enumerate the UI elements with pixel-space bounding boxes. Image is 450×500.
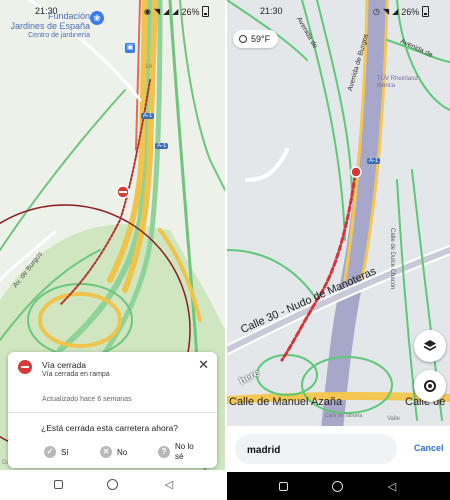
- road-closure-card: Vía cerrada Vía cerrada en rampa ✕ Actua…: [8, 352, 217, 468]
- closure-question: ¿Está cerrada esta carretera ahora?: [41, 423, 179, 433]
- card-divider: [8, 412, 217, 413]
- home-button-right[interactable]: [331, 480, 345, 494]
- check-icon: ✓: [44, 446, 56, 458]
- answer-no-button[interactable]: ✕ No: [100, 440, 127, 464]
- layers-button[interactable]: [414, 330, 446, 362]
- signal-icon: ◢: [392, 6, 399, 16]
- signal-icon: ◢: [163, 6, 170, 16]
- weather-chip[interactable]: 59°F: [233, 30, 279, 48]
- weather-temp: 59°F: [251, 34, 271, 44]
- left-map-screen: 21:30 ◉ ◥ ◢ ◢ 26% ❀ Fundación Jardines d…: [0, 0, 225, 500]
- alarm-icon: ◷: [373, 6, 380, 16]
- close-icon[interactable]: ✕: [198, 358, 209, 371]
- signal-icon-2: ◢: [172, 6, 179, 16]
- location-target-icon: [424, 380, 436, 392]
- status-icons: ◉ ◥ ◢ ◢ 26%: [144, 6, 210, 17]
- answer-unsure-button[interactable]: ? No lo sé: [158, 440, 197, 464]
- square-icon: [279, 482, 288, 491]
- poi-name[interactable]: Fundación Jardines de España: [10, 11, 90, 31]
- circle-icon: [332, 481, 343, 492]
- closure-updated: Actualizado hace 6 semanas: [42, 396, 132, 403]
- x-icon: ✕: [100, 446, 112, 458]
- wifi-icon: ◥: [382, 6, 390, 16]
- android-nav-bar-right: ◁: [227, 472, 450, 500]
- android-nav-bar: ◁: [0, 470, 225, 500]
- battery-percent-right: 26%: [401, 6, 420, 17]
- status-icons-right: ◷ ◥ ◢ 26%: [373, 6, 430, 17]
- battery-icon: [202, 6, 210, 17]
- sun-icon: [239, 35, 247, 43]
- bus-stop-icon[interactable]: ▣: [125, 43, 135, 53]
- right-map-canvas[interactable]: [227, 0, 450, 430]
- recents-button-right[interactable]: [277, 480, 291, 494]
- cancel-button[interactable]: Cancel: [414, 443, 444, 453]
- home-button[interactable]: [106, 478, 120, 492]
- status-time-right: 21:30: [260, 6, 283, 16]
- search-field[interactable]: [235, 434, 397, 466]
- road-badge-a1: A-1: [141, 113, 155, 119]
- right-status-bar: 21:30 ◷ ◥ ◢ 26%: [227, 6, 450, 20]
- recents-button[interactable]: [52, 478, 66, 492]
- garden-center-pin-icon[interactable]: ❀: [90, 11, 104, 25]
- road-badge-a1-2: A-1: [155, 143, 169, 149]
- back-triangle-icon: ◁: [164, 479, 174, 491]
- battery-icon: [422, 6, 430, 17]
- right-map-screen: 21:30 ◷ ◥ ◢ 26% 59°F Avenida de Avenida …: [227, 0, 450, 500]
- back-button[interactable]: ◁: [162, 478, 176, 492]
- closure-subtitle: Vía cerrada en rampa: [42, 371, 110, 378]
- poi-tuv-rheinland[interactable]: TÜV Rheinland Ibérica: [377, 76, 418, 90]
- circle-icon: [107, 479, 118, 490]
- road-badge-a1-right: A-1: [367, 158, 381, 164]
- street-label-valle: Valle: [387, 416, 400, 422]
- street-label-tabueta: Calle de Tabueta: [325, 413, 363, 419]
- answer-yes-button[interactable]: ✓ Sí: [44, 440, 69, 464]
- wifi-icon: ◥: [153, 6, 161, 16]
- street-label-manuel-azana: Calle de Manuel Azaña: [229, 396, 343, 408]
- layers-icon: [423, 340, 437, 351]
- answer-unsure-label: No lo sé: [175, 442, 194, 461]
- question-icon: ?: [158, 446, 170, 458]
- back-triangle-icon: ◁: [387, 481, 397, 493]
- search-panel: Cancel: [227, 426, 450, 472]
- poi-category: Centro de jardinería: [28, 32, 90, 39]
- location-icon: ◉: [144, 6, 151, 16]
- square-icon: [54, 480, 63, 489]
- battery-percent: 26%: [181, 6, 200, 17]
- answer-no-label: No: [117, 447, 128, 457]
- street-label-dulce-chacon: Calle de Dulce Chacón: [389, 228, 395, 290]
- closure-title: Vía cerrada: [42, 360, 86, 370]
- answer-yes-label: Sí: [61, 447, 69, 457]
- my-location-button[interactable]: [414, 370, 446, 402]
- back-button-right[interactable]: ◁: [385, 480, 399, 494]
- search-input[interactable]: [245, 434, 389, 466]
- no-entry-icon: [18, 360, 32, 374]
- road-label-1a: 1A: [145, 64, 153, 70]
